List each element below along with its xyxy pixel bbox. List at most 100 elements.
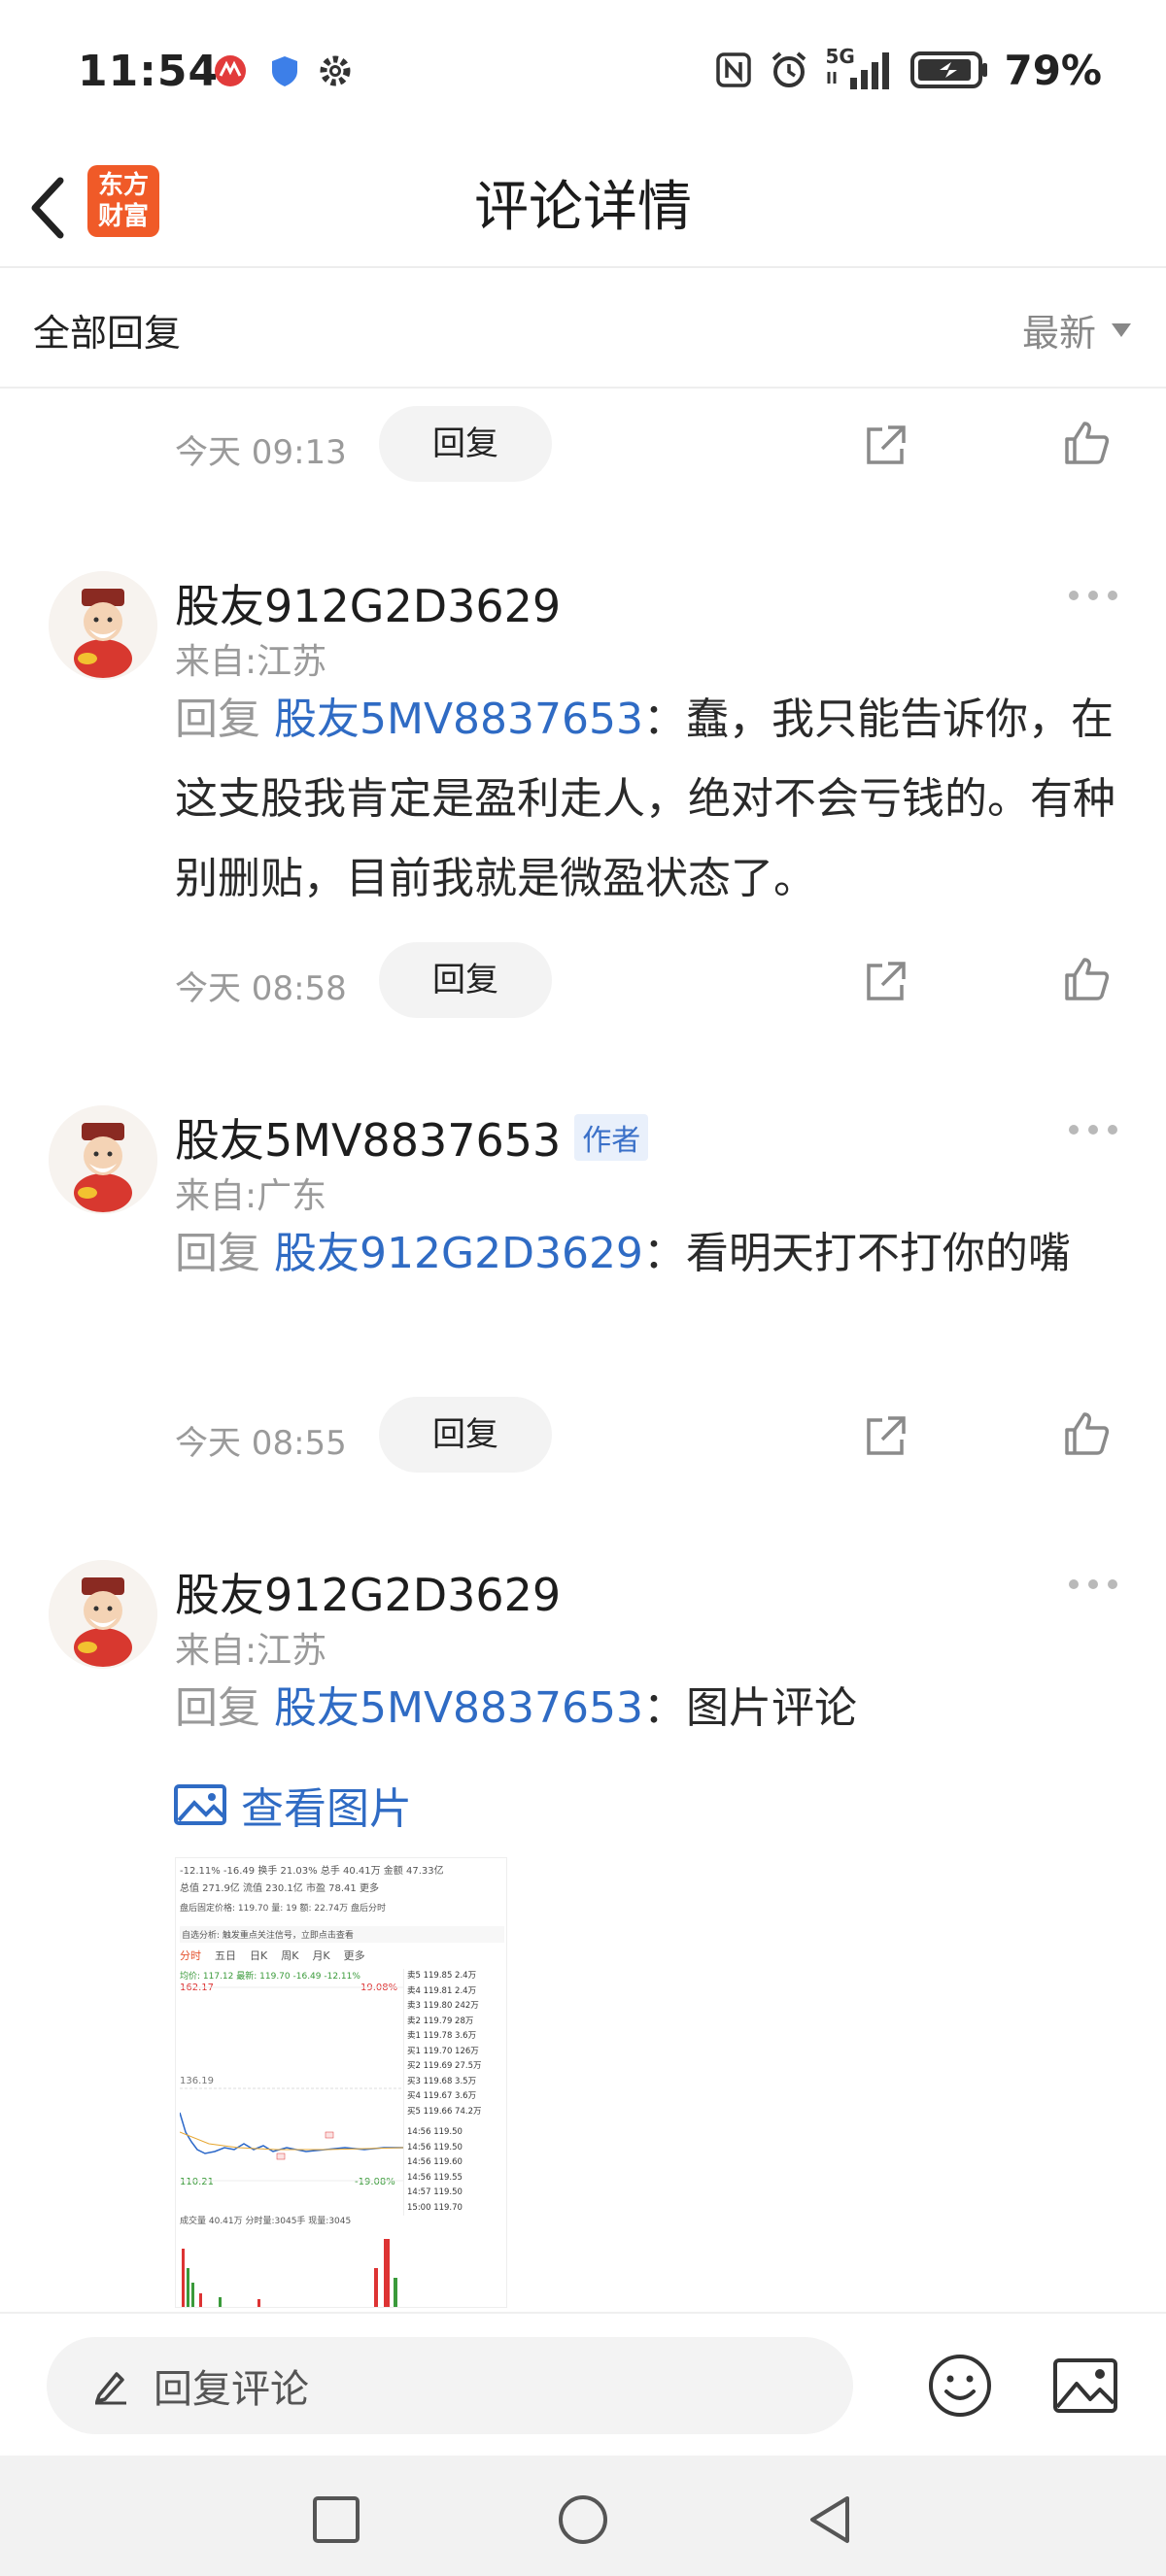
trade-row: 14:56 119.50 — [407, 2142, 463, 2152]
book-row: 买2 119.69 27.5万 — [407, 2061, 482, 2071]
comment-item: 股友912G2D3629 来自:江苏 回复 股友5MV8837653：图片评论 … — [0, 1560, 1166, 2312]
status-bar: 11:54 5G 79% — [0, 0, 1166, 146]
book-row: 卖2 119.79 28万 — [407, 2016, 474, 2026]
comment-actions: 今天 08:58 回复 — [0, 942, 1166, 1020]
signal-icon: 5G — [825, 45, 895, 91]
thumb-price-line: 均价: 117.12 最新: 119.70 -16.49 -12.11% — [180, 1972, 360, 1982]
reply-bar: 回复评论 — [0, 2312, 1166, 2456]
more-options-icon[interactable] — [1067, 1577, 1119, 1591]
reply-button[interactable]: 回复 — [379, 1397, 552, 1473]
reply-prefix: 回复 — [175, 695, 260, 744]
reply-prefix: 回复 — [175, 1683, 260, 1733]
comment-text: ：图片评论 — [643, 1683, 858, 1733]
more-options-icon[interactable] — [1067, 589, 1119, 602]
image-upload-icon[interactable] — [1051, 2355, 1119, 2417]
comment-item: 股友912G2D3629 来自:江苏 回复 股友5MV8837653：蠢，我只能… — [0, 571, 1166, 940]
thumbs-up-icon[interactable] — [1061, 954, 1112, 1004]
avatar[interactable] — [49, 1105, 157, 1214]
trade-row: 14:56 119.50 — [407, 2127, 463, 2137]
thumb-tab: 月K — [312, 1949, 330, 1962]
view-image-link[interactable]: 查看图片 — [173, 1774, 412, 1836]
trade-row: 15:00 119.70 — [407, 2202, 463, 2213]
fortune-god-avatar-icon — [49, 571, 157, 680]
share-icon[interactable] — [863, 422, 909, 468]
comment-time: 今天 08:55 — [175, 1424, 347, 1463]
battery-percent: 79% — [1004, 46, 1102, 94]
location: 来自:广东 — [175, 1176, 327, 1216]
battery-icon — [910, 51, 988, 88]
book-row: 买5 119.66 74.2万 — [407, 2106, 482, 2117]
thumb-tab: 日K — [250, 1949, 268, 1962]
username[interactable]: 股友912G2D3629 — [175, 571, 561, 635]
recent-apps-icon[interactable] — [309, 2492, 363, 2547]
thumb-line: 自选分析: 触发重点关注信号，立即点击查看 — [180, 1926, 504, 1943]
sort-label: 最新 — [1021, 312, 1096, 355]
username-text: 股友5MV8837653 — [175, 1114, 562, 1167]
gear-icon — [320, 55, 351, 86]
reply-prefix: 回复 — [175, 1229, 260, 1278]
app-header: 东方 财富 评论详情 — [0, 146, 1166, 268]
thumb-tab: 周K — [281, 1949, 299, 1962]
username-text: 股友912G2D3629 — [175, 1569, 562, 1621]
comment-time: 今天 09:13 — [175, 433, 347, 472]
avatar[interactable] — [49, 1560, 157, 1669]
reply-button[interactable]: 回复 — [379, 942, 552, 1018]
comment-text: ：看明天打不打你的嘴 — [642, 1229, 1071, 1278]
unionpay-icon — [215, 55, 246, 86]
trade-row: 14:56 119.55 — [407, 2172, 463, 2183]
author-badge: 作者 — [574, 1114, 649, 1161]
fortune-god-avatar-icon — [49, 1105, 157, 1214]
mention-link[interactable]: 股友5MV8837653 — [274, 695, 643, 744]
back-nav-icon[interactable] — [803, 2492, 857, 2547]
location: 来自:江苏 — [175, 642, 327, 682]
thumb-intraday-chart — [180, 1986, 403, 2182]
image-icon — [174, 1784, 226, 1825]
share-icon[interactable] — [863, 1412, 909, 1459]
mention-link[interactable]: 股友5MV8837653 — [274, 1683, 643, 1733]
emoji-icon[interactable] — [927, 2353, 993, 2419]
all-replies-label: 全部回复 — [33, 312, 182, 355]
status-time: 11:54 — [78, 47, 220, 96]
thumbs-up-icon[interactable] — [1061, 1408, 1112, 1459]
comment-body: 回复 股友912G2D3629：看明天打不打你的嘴 — [175, 1214, 1127, 1294]
thumb-vol-line: 成交量 40.41万 分时量:3045手 现量:3045 — [180, 2217, 352, 2226]
thumb-line: 盘后固定价格: 119.70 量: 19 额: 22.74万 盘后分时 — [180, 1904, 386, 1914]
thumb-tab: 分时 — [180, 1949, 201, 1962]
view-image-label: 查看图片 — [241, 1784, 412, 1834]
book-row: 买3 119.68 3.5万 — [407, 2076, 477, 2086]
comment-actions: 今天 09:13 回复 — [0, 406, 1166, 484]
thumb-line: -12.11% -16.49 换手 21.03% 总手 40.41万 金额 47… — [180, 1866, 444, 1877]
comment-image-thumbnail[interactable]: -12.11% -16.49 换手 21.03% 总手 40.41万 金额 47… — [175, 1857, 507, 2308]
comment-body: 回复 股友5MV8837653：图片评论 — [175, 1669, 1127, 1748]
reply-comment-input[interactable]: 回复评论 — [47, 2337, 853, 2434]
comment-list[interactable]: 今天 09:13 回复 股友912G2D3629 来自:江苏 回复 股友5MV8… — [0, 389, 1166, 2312]
alarm-icon — [772, 51, 806, 87]
book-row: 卖4 119.81 2.4万 — [407, 1985, 477, 1996]
filter-bar: 全部回复 最新 — [0, 270, 1166, 389]
comment-time: 今天 08:58 — [175, 969, 347, 1008]
comment-actions: 今天 08:55 回复 — [0, 1397, 1166, 1474]
more-options-icon[interactable] — [1067, 1123, 1119, 1136]
book-row: 卖3 119.80 242万 — [407, 2001, 479, 2011]
username-text: 股友912G2D3629 — [175, 580, 562, 632]
system-nav-bar — [0, 2456, 1166, 2576]
mention-link[interactable]: 股友912G2D3629 — [274, 1229, 643, 1278]
share-icon[interactable] — [863, 958, 909, 1004]
username[interactable]: 股友912G2D3629 — [175, 1560, 561, 1624]
nfc-icon — [716, 52, 752, 87]
reply-button[interactable]: 回复 — [379, 406, 552, 482]
sort-dropdown[interactable]: 最新 — [1022, 303, 1131, 356]
book-row: 买4 119.67 3.6万 — [407, 2091, 477, 2101]
thumbs-up-icon[interactable] — [1061, 418, 1112, 468]
thumb-tab: 更多 — [343, 1949, 365, 1962]
home-icon[interactable] — [556, 2492, 610, 2547]
book-row: 买1 119.70 126万 — [407, 2046, 479, 2056]
comment-body: 回复 股友5MV8837653：蠢，我只能告诉你，在这支股我肯定是盈利走人，绝对… — [175, 680, 1127, 919]
fortune-god-avatar-icon — [49, 1560, 157, 1669]
avatar[interactable] — [49, 571, 157, 680]
book-row: 卖1 119.78 3.6万 — [407, 2031, 477, 2041]
username[interactable]: 股友5MV8837653 作者 — [175, 1105, 649, 1169]
reply-placeholder: 回复评论 — [154, 2367, 309, 2412]
trade-row: 14:56 119.60 — [407, 2157, 463, 2167]
dropdown-triangle-icon — [1112, 322, 1131, 337]
